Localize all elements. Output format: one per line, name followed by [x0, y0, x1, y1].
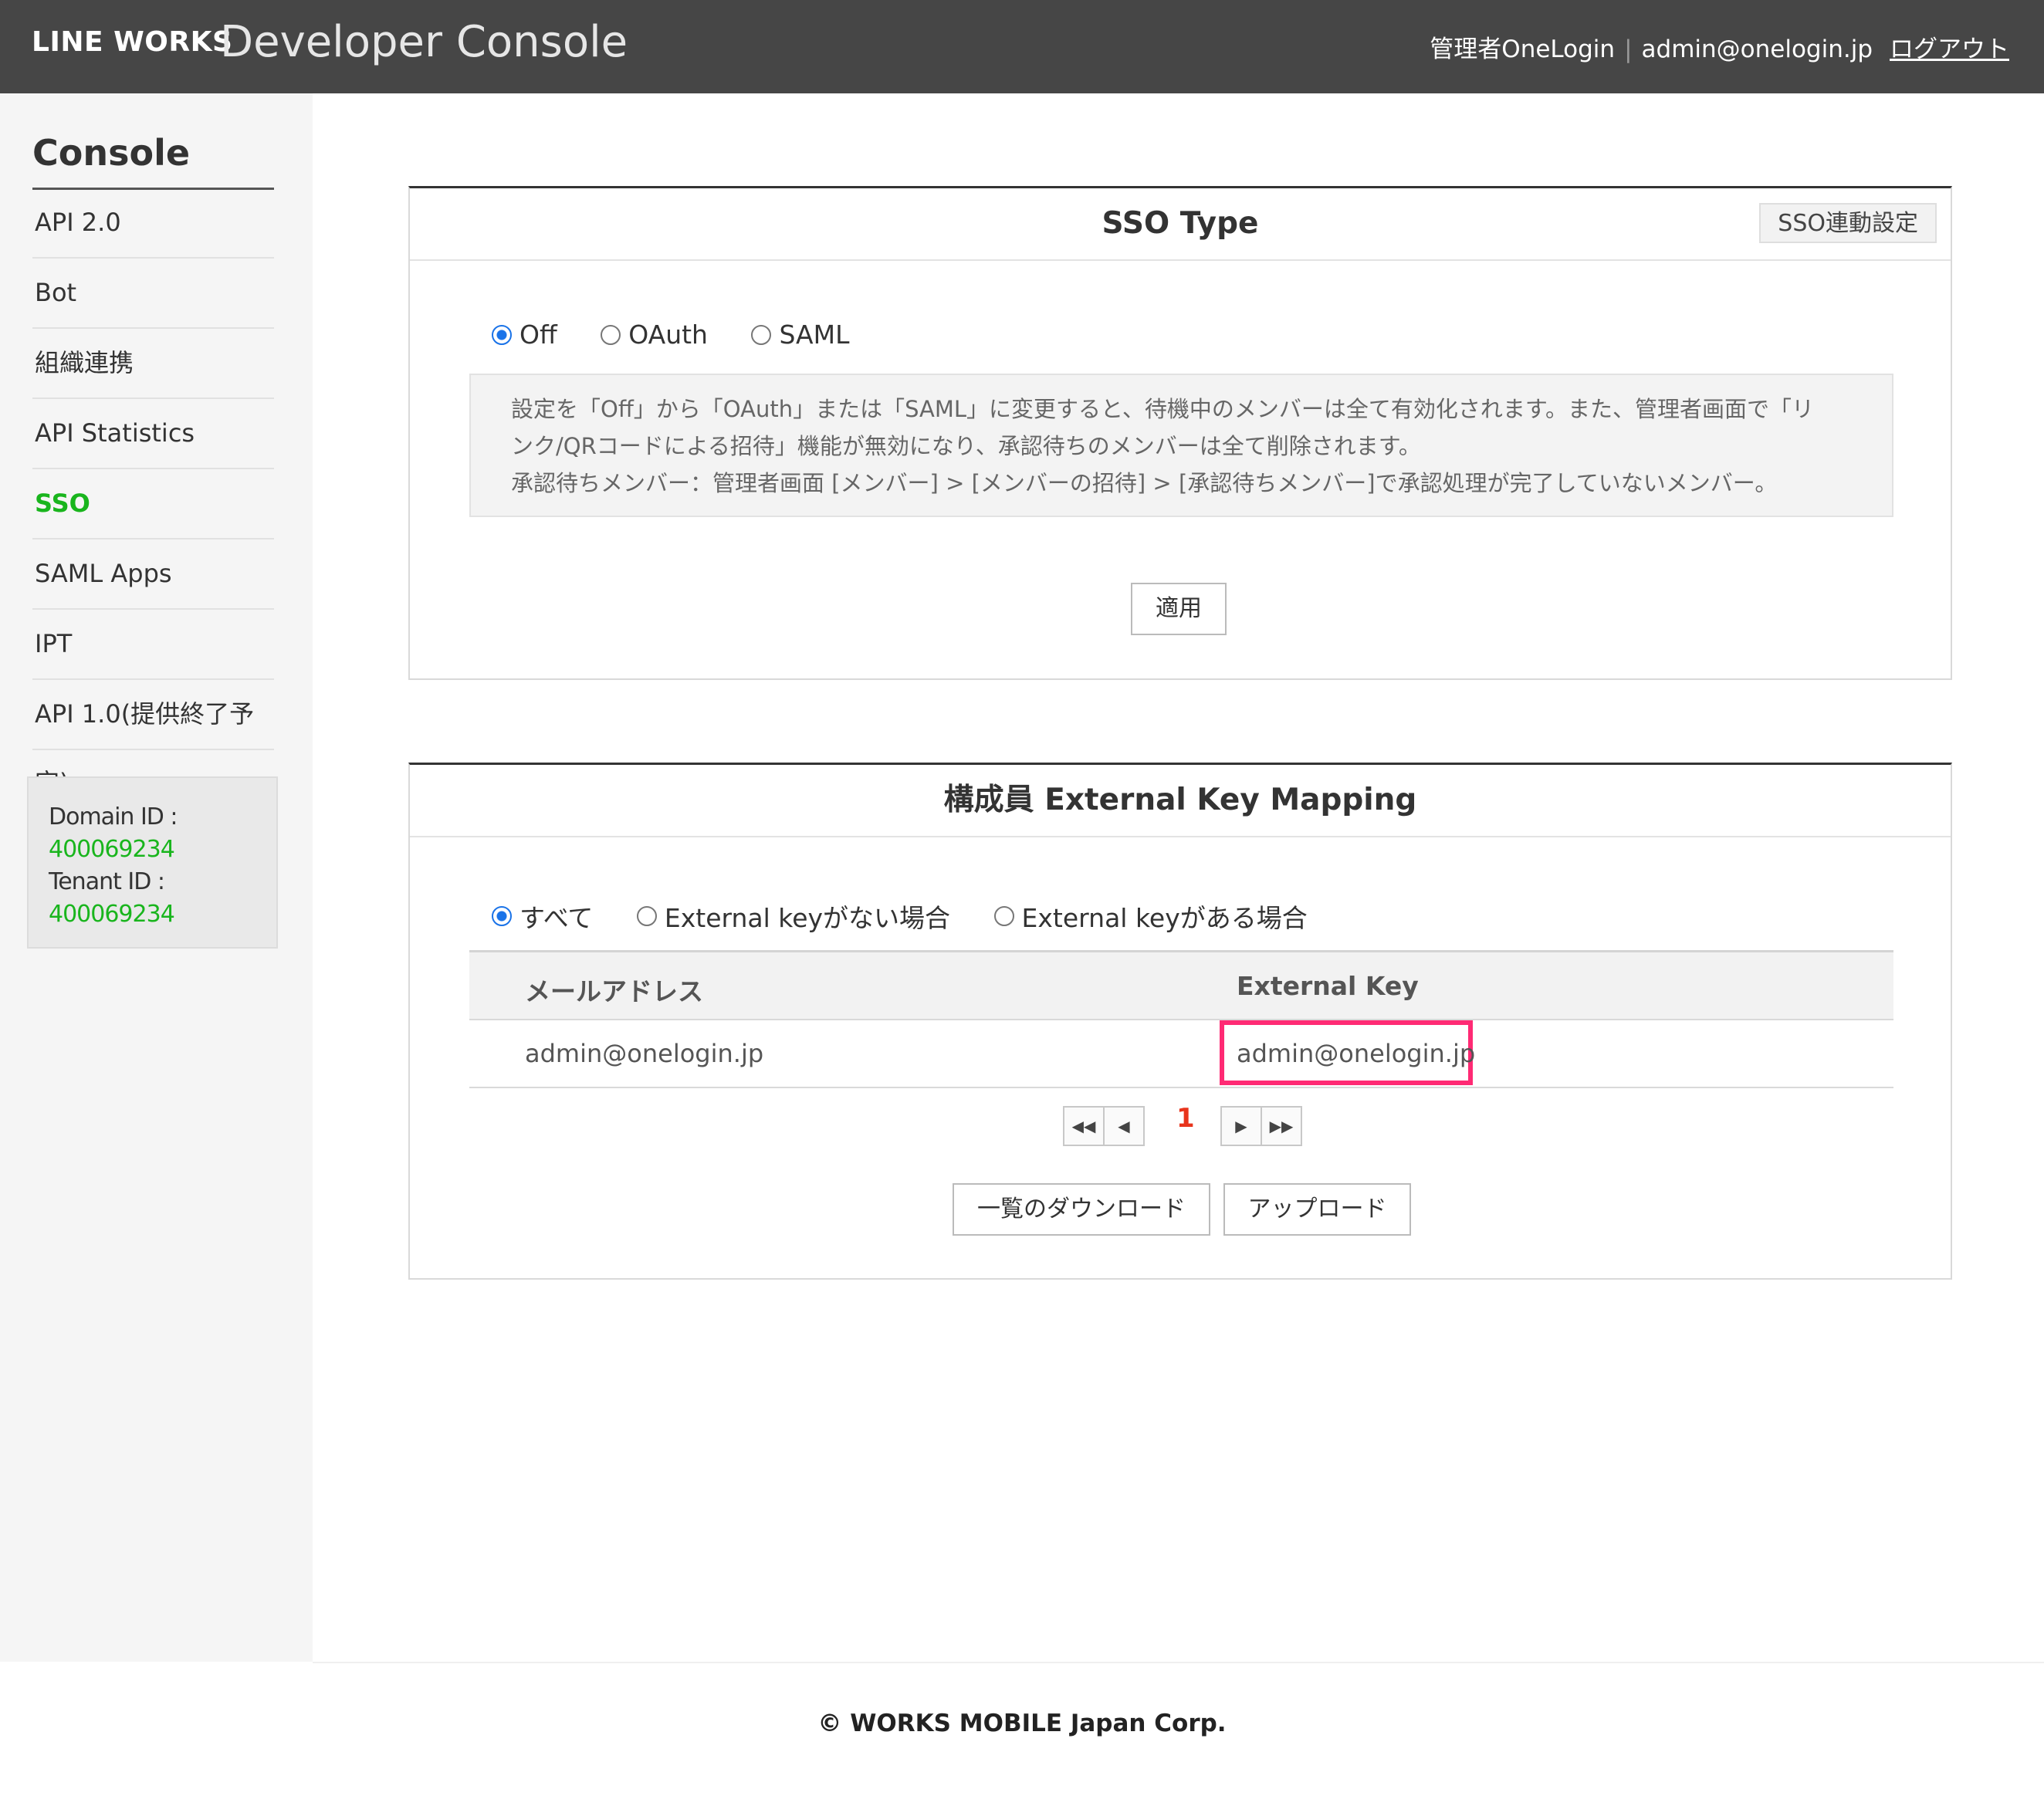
radio-off-label: Off	[519, 320, 557, 350]
next-page-icon[interactable]: ▶	[1220, 1106, 1262, 1146]
sso-type-title: SSO Type	[1102, 206, 1259, 241]
mapping-table: メールアドレス External Key admin@onelogin.jp a…	[469, 950, 1893, 1088]
mapping-title: 構成員 External Key Mapping	[943, 783, 1417, 817]
radio-oauth[interactable]	[601, 324, 621, 345]
table-row: admin@onelogin.jp admin@onelogin.jp	[469, 1020, 1893, 1088]
filter-with-key[interactable]: External keyがある場合	[993, 898, 1308, 935]
top-header: LINE WORKS Developer Console 管理者OneLogin…	[0, 0, 2044, 93]
tenant-id-value: 400069234	[49, 901, 175, 928]
sidebar-item-sso[interactable]: SSO	[32, 469, 274, 539]
notice-line-1: 設定を「Off」から「OAuth」または「SAML」に変更すると、待機中のメンバ…	[511, 396, 1814, 422]
sidebar-item-api-2[interactable]: API 2.0	[32, 188, 274, 259]
sso-option-oauth[interactable]: OAuth	[601, 320, 708, 350]
column-email: メールアドレス	[525, 976, 703, 1006]
mapping-header: 構成員 External Key Mapping	[410, 765, 1951, 837]
domain-id-value: 400069234	[49, 836, 175, 863]
domain-id-label: Domain ID :	[49, 803, 178, 830]
table-header: メールアドレス External Key	[469, 952, 1893, 1020]
sidebar: Console API 2.0 Bot 組織連携 API Statistics …	[0, 93, 313, 1662]
sso-option-off[interactable]: Off	[492, 320, 557, 350]
sso-type-panel: SSO Type SSO連動設定 Off OAuth SAML 設定を「Off」…	[408, 186, 1952, 680]
pager-prev-group: ◀◀ ◀	[1063, 1106, 1145, 1146]
developer-console-title: Developer Console	[220, 17, 628, 67]
sso-type-header: SSO Type SSO連動設定	[410, 188, 1951, 261]
upload-button[interactable]: アップロード	[1223, 1183, 1411, 1236]
sidebar-nav: API 2.0 Bot 組織連携 API Statistics SSO SAML…	[32, 188, 274, 797]
footer-copyright: © WORKS MOBILE Japan Corp.	[817, 1710, 1227, 1737]
user-info: 管理者OneLogin | admin@onelogin.jp ログアウト	[1430, 29, 2009, 64]
row-external-key[interactable]: admin@onelogin.jp	[1237, 1039, 1475, 1068]
sidebar-item-ipt[interactable]: IPT	[32, 610, 274, 680]
prev-page-icon[interactable]: ◀	[1105, 1106, 1145, 1146]
domain-info-box: Domain ID : 400069234 Tenant ID : 400069…	[27, 776, 278, 949]
sidebar-title: Console	[32, 132, 274, 190]
last-page-icon[interactable]: ▶▶	[1262, 1106, 1302, 1146]
sso-notice-box: 設定を「Off」から「OAuth」または「SAML」に変更すると、待機中のメンバ…	[469, 374, 1893, 517]
sidebar-item-bot[interactable]: Bot	[32, 259, 274, 329]
radio-saml[interactable]	[751, 324, 772, 345]
admin-email: admin@onelogin.jp	[1641, 36, 1873, 63]
tenant-id-label: Tenant ID :	[49, 868, 165, 895]
current-page[interactable]: 1	[1176, 1103, 1195, 1134]
radio-oauth-label: OAuth	[628, 320, 708, 350]
sso-option-saml[interactable]: SAML	[751, 320, 849, 350]
sso-type-options: Off OAuth SAML	[492, 320, 885, 351]
admin-name: 管理者OneLogin	[1430, 36, 1616, 63]
filter-all[interactable]: すべて	[492, 898, 593, 935]
notice-line-2: ンク/QRコードによる招待」機能が無効になり、承認待ちのメンバーは全て削除されま…	[511, 433, 1421, 459]
column-external-key: External Key	[1237, 971, 1419, 1001]
pager-next-group: ▶ ▶▶	[1220, 1106, 1302, 1146]
filter-all-label: すべて	[519, 903, 594, 933]
filter-without-key[interactable]: External keyがない場合	[636, 898, 951, 935]
sso-link-settings-button[interactable]: SSO連動設定	[1759, 203, 1937, 243]
mapping-filter-options: すべて External keyがない場合 External keyがある場合	[492, 898, 1343, 935]
sidebar-item-api-1[interactable]: API 1.0(提供終了予定)	[32, 680, 274, 797]
footer-divider	[313, 1662, 2044, 1663]
radio-without-key[interactable]	[636, 906, 657, 926]
sidebar-item-api-statistics[interactable]: API Statistics	[32, 399, 274, 469]
download-list-button[interactable]: 一覧のダウンロード	[953, 1183, 1210, 1236]
row-email: admin@onelogin.jp	[525, 1039, 764, 1068]
first-page-icon[interactable]: ◀◀	[1063, 1106, 1105, 1146]
radio-all[interactable]	[492, 906, 512, 926]
radio-saml-label: SAML	[779, 320, 850, 350]
logout-link[interactable]: ログアウト	[1890, 36, 2009, 63]
filter-without-key-label: External keyがない場合	[664, 903, 951, 933]
filter-with-key-label: External keyがある場合	[1021, 903, 1308, 933]
header-separator: |	[1624, 36, 1633, 63]
sidebar-item-org-sync[interactable]: 組織連携	[32, 329, 274, 399]
external-key-mapping-panel: 構成員 External Key Mapping すべて External ke…	[408, 763, 1952, 1280]
notice-line-3: 承認待ちメンバー：管理者画面 [メンバー] > [メンバーの招待] > [承認待…	[511, 470, 1778, 496]
sidebar-item-saml-apps[interactable]: SAML Apps	[32, 539, 274, 610]
radio-with-key[interactable]	[993, 906, 1014, 926]
radio-off[interactable]	[492, 324, 512, 345]
line-works-logo[interactable]: LINE WORKS	[32, 26, 232, 58]
apply-button[interactable]: 適用	[1131, 583, 1227, 635]
